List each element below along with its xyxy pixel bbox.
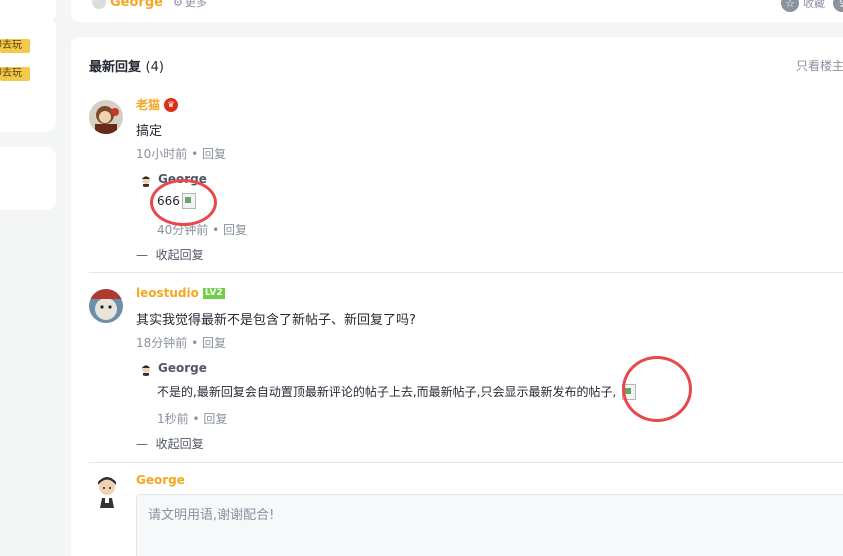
avatar	[92, 474, 122, 508]
comment-content: 其实我觉得最新不是包含了新帖子、新回复了吗?	[136, 313, 416, 328]
comments-title: 最新回复 (4)	[89, 60, 164, 75]
reply-button[interactable]: 回复	[203, 412, 227, 426]
sub-reply-author[interactable]: George	[158, 361, 207, 375]
comment-author[interactable]: leostudio LV2	[136, 286, 225, 300]
play-now-button-1[interactable]: 立即去玩	[0, 39, 30, 53]
reply-button[interactable]: 回复	[202, 147, 226, 161]
avatar[interactable]	[89, 100, 123, 134]
comment-author[interactable]: 老猫 ♛	[136, 96, 179, 113]
sidebar-card-bottom	[0, 147, 56, 210]
comment-content: 搞定	[136, 124, 163, 139]
star-icon: ☆	[781, 0, 799, 12]
reply-button[interactable]: 回复	[223, 223, 247, 237]
gear-icon: ⚙	[172, 0, 183, 9]
comment-meta: 10小时前 • 回复	[136, 147, 227, 161]
only-host-toggle[interactable]: 只看楼主	[796, 57, 843, 74]
comment-input-box[interactable]	[136, 494, 843, 556]
article-author-name[interactable]: George	[110, 0, 163, 10]
divider	[89, 272, 843, 273]
comment-meta: 18分钟前 • 回复	[136, 336, 227, 350]
article-author[interactable]: George ⚙ 更多	[92, 0, 207, 10]
rank-badge-icon: ♛	[164, 97, 179, 112]
author-avatar	[92, 0, 106, 9]
dash-icon: —	[136, 248, 148, 262]
collapse-replies-button[interactable]: — 收起回复	[136, 435, 204, 452]
share-icon[interactable]: ⇪	[833, 0, 843, 12]
highlight-circle	[150, 179, 217, 226]
sub-reply-content: 不是的,最新回复会自动置顶最新评论的帖子上去,而最新帖子,只会显示最新发布的帖子…	[157, 383, 637, 400]
collapse-replies-button[interactable]: — 收起回复	[136, 246, 204, 263]
divider	[89, 462, 843, 463]
play-now-button-2[interactable]: 立即去玩	[0, 67, 30, 81]
sidebar-card-games: 立即去玩 立即去玩	[0, 17, 56, 132]
dash-icon: —	[136, 437, 148, 451]
composer-user-name: George	[136, 473, 185, 487]
level-badge: LV2	[202, 287, 225, 299]
article-actions: ☆ 收藏 ⇪	[781, 0, 843, 12]
avatar[interactable]	[139, 362, 153, 376]
avatar[interactable]	[89, 289, 123, 323]
reply-button[interactable]: 回复	[202, 336, 226, 350]
collect-button[interactable]: ☆ 收藏	[781, 0, 825, 12]
comment-input[interactable]	[137, 495, 843, 556]
sub-reply-meta: 1秒前 • 回复	[157, 412, 228, 426]
avatar[interactable]	[139, 173, 153, 187]
highlight-circle	[622, 356, 692, 422]
more-button[interactable]: ⚙ 更多	[173, 0, 207, 10]
